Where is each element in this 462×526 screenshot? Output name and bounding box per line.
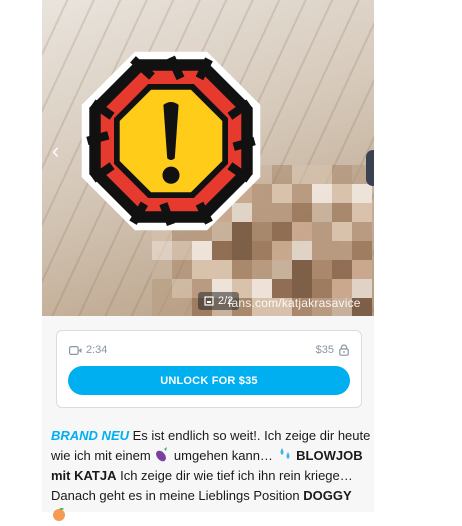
peach-icon [53,508,65,521]
post-card: ‹ 2/2 fans.com/katjakrasavice 2:34 $35 U… [42,0,374,521]
warning-icon [81,51,261,231]
post-description: BRAND NEU Es ist endlich so weit!. Ich z… [51,426,371,526]
prev-arrow-icon[interactable]: ‹ [52,140,59,162]
next-control[interactable] [366,150,374,186]
watermark: fans.com/katjakrasavice [228,296,361,310]
unlock-panel: 2:34 $35 UNLOCK FOR $35 [56,330,362,408]
post-media[interactable]: ‹ 2/2 fans.com/katjakrasavice [42,0,374,316]
unlock-button[interactable]: UNLOCK FOR $35 [68,366,350,395]
price-tag: $35 [316,344,349,356]
video-duration: 2:34 [69,344,107,356]
sweat-droplets-icon [280,448,290,459]
video-camera-icon [69,345,82,355]
gallery-icon [204,296,214,306]
video-duration-text: 2:34 [86,344,108,356]
eggplant-icon [156,447,168,462]
price-text: $35 [315,344,334,356]
description-bold-2: DOGGY [303,488,352,503]
lock-icon [339,344,349,356]
description-text-2: umgehen kann… [170,448,277,463]
post-tag: BRAND NEU [51,428,129,443]
